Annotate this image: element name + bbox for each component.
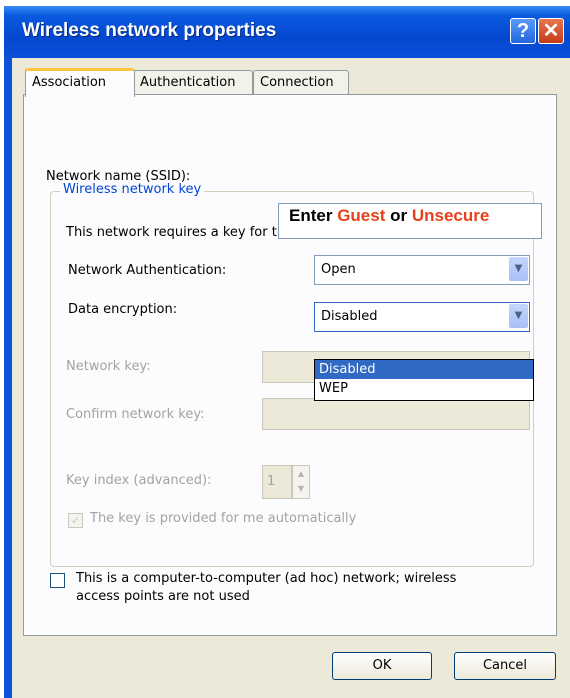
tab-panel-association: Network name (SSID): Enter Guest or Unse…: [23, 94, 557, 636]
adhoc-label-line2: access points are not used: [76, 589, 250, 604]
annotation-guest: Guest: [337, 206, 386, 225]
key-index-label: Key index (advanced):: [66, 473, 212, 488]
annotation-unsecure: Unsecure: [411, 206, 490, 225]
close-button[interactable]: ✕: [538, 18, 564, 44]
title-bar[interactable]: Wireless network properties ? ✕: [4, 6, 570, 58]
data-encryption-value: Disabled: [321, 309, 378, 324]
tab-association[interactable]: Association: [25, 68, 135, 97]
network-auth-select[interactable]: Open ▼: [314, 255, 530, 285]
dropdown-option-disabled[interactable]: Disabled: [315, 360, 533, 379]
annotation-or: or: [385, 206, 412, 225]
chevron-down-icon[interactable]: ▼: [509, 257, 528, 281]
tab-connection[interactable]: Connection: [253, 70, 349, 95]
data-encryption-label: Data encryption:: [68, 302, 178, 317]
data-encryption-select[interactable]: Disabled ▼: [314, 302, 530, 332]
key-index-value[interactable]: 1: [262, 465, 292, 499]
ssid-input-annotation[interactable]: Enter Guest or Unsecure: [278, 203, 542, 239]
ok-button[interactable]: OK: [332, 652, 432, 680]
window-title: Wireless network properties: [22, 20, 277, 41]
confirm-key-label: Confirm network key:: [66, 407, 205, 422]
adhoc-checkbox[interactable]: [50, 573, 65, 588]
data-encryption-dropdown[interactable]: Disabled WEP: [314, 359, 534, 401]
confirm-key-input[interactable]: [262, 398, 530, 430]
auto-key-checkbox[interactable]: ✓: [68, 513, 83, 528]
dialog-window: Wireless network properties ? ✕ Associat…: [4, 6, 570, 698]
cancel-button[interactable]: Cancel: [454, 652, 556, 680]
adhoc-label-line1: This is a computer-to-computer (ad hoc) …: [76, 571, 457, 586]
network-auth-label: Network Authentication:: [68, 263, 227, 278]
help-button[interactable]: ?: [510, 18, 536, 44]
tab-authentication[interactable]: Authentication: [133, 70, 253, 95]
key-index-spinner[interactable]: ▲ ▼: [292, 465, 310, 499]
network-auth-value: Open: [321, 262, 356, 277]
network-key-label: Network key:: [66, 359, 151, 374]
chevron-down-icon[interactable]: ▼: [509, 304, 528, 328]
annotation-enter: Enter: [289, 206, 338, 225]
auto-key-label: The key is provided for me automatically: [90, 511, 357, 526]
dropdown-option-wep[interactable]: WEP: [315, 379, 533, 398]
dialog-body: Association Authentication Connection Ne…: [12, 58, 570, 698]
wireless-key-group-title: Wireless network key: [60, 182, 205, 197]
